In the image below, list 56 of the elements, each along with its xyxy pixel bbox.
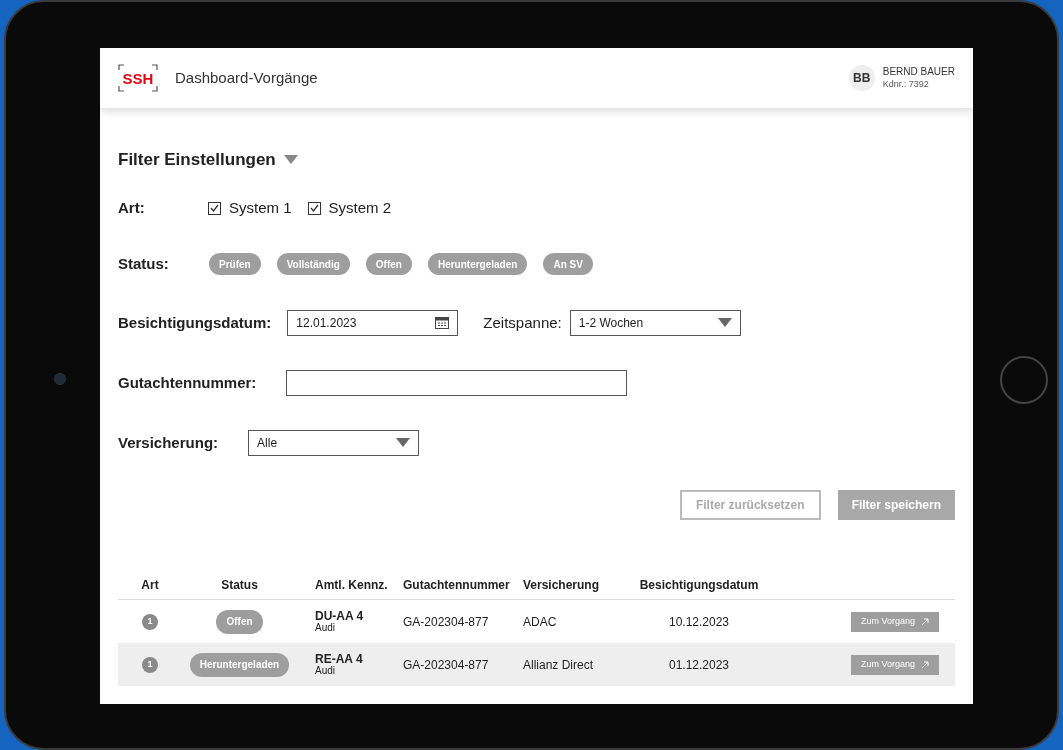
column-header: Art [140,576,160,594]
type-badge: 1 [142,656,158,673]
logo: SSH [118,64,158,92]
field-label: Besichtigungsdatum: [118,312,272,333]
external-link-icon [921,660,929,669]
type-badge: 1 [142,613,158,630]
table-cell-text: Allianz Direct [523,656,595,674]
caret-icon [396,438,411,448]
checkbox[interactable] [307,201,321,215]
checkbox[interactable] [208,201,221,215]
status-filter-chip[interactable]: Offen [365,253,412,275]
user-avatar[interactable]: BB [848,65,875,91]
table-cell-text: 10.12.2023 [667,613,731,631]
field-label: Art: [118,197,146,218]
column-header: Besichtigungsdatum [638,576,760,594]
customer-number: Kdnr.: 7392 [882,78,930,90]
table-cell-text: GA-202304-877 [402,613,490,631]
table-cell-text: GA-202304-877 [402,656,490,674]
status-filter-chip[interactable]: Heruntergeladen [427,253,528,275]
reset-filter-button[interactable]: Filter zurücksetzen [679,490,821,520]
field-label: Gutachtennummer: [118,372,257,393]
car-make: Audi [315,664,336,677]
car-make: Audi [315,621,336,634]
camera-icon [54,373,66,385]
checkbox-label: System 2 [328,197,392,218]
caret-icon [717,318,732,328]
field-label: Versicherung: [118,432,219,453]
column-header: Versicherung [523,576,601,594]
page-title: Dashboard-Vorgänge [175,67,318,88]
external-link-icon [921,617,929,626]
report-number-field[interactable] [286,370,628,396]
open-case-button[interactable]: Zum Vorgang [850,611,939,632]
status-filter-chip[interactable]: Prüfen [209,253,261,275]
user-name: BERND BAUER [882,66,955,78]
status-badge: Heruntergeladen [189,652,290,677]
column-header: Status [220,576,259,594]
period-dropdown[interactable]: 1-2 Wochen [569,310,741,336]
field-label: Zeitspanne: [483,312,562,333]
field-label: Status: [118,253,170,274]
status-badge: Offen [216,609,263,634]
column-header: Amtl. Kennz. [314,576,389,594]
checkbox-label: System 1 [229,197,292,218]
filter-title: Filter Einstellungen [118,149,276,172]
caret-icon[interactable] [283,155,298,165]
table-cell-text: ADAC [523,613,558,631]
calendar-icon[interactable] [435,317,450,329]
date-field[interactable]: 12.01.2023 [287,310,459,336]
plate-number: RE-AA 4 [315,652,364,665]
plate-number: DU-AA 4 [315,609,365,622]
column-header: Gutachtennummer [402,576,511,594]
table-cell-text: 01.12.2023 [667,656,731,674]
status-filter-chip[interactable]: Vollständig [276,253,350,275]
save-filter-button[interactable]: Filter speichern [837,490,955,520]
status-filter-chip[interactable]: An SV [543,253,593,275]
open-case-button[interactable]: Zum Vorgang [850,654,939,675]
insurance-dropdown[interactable]: Alle [248,430,420,456]
